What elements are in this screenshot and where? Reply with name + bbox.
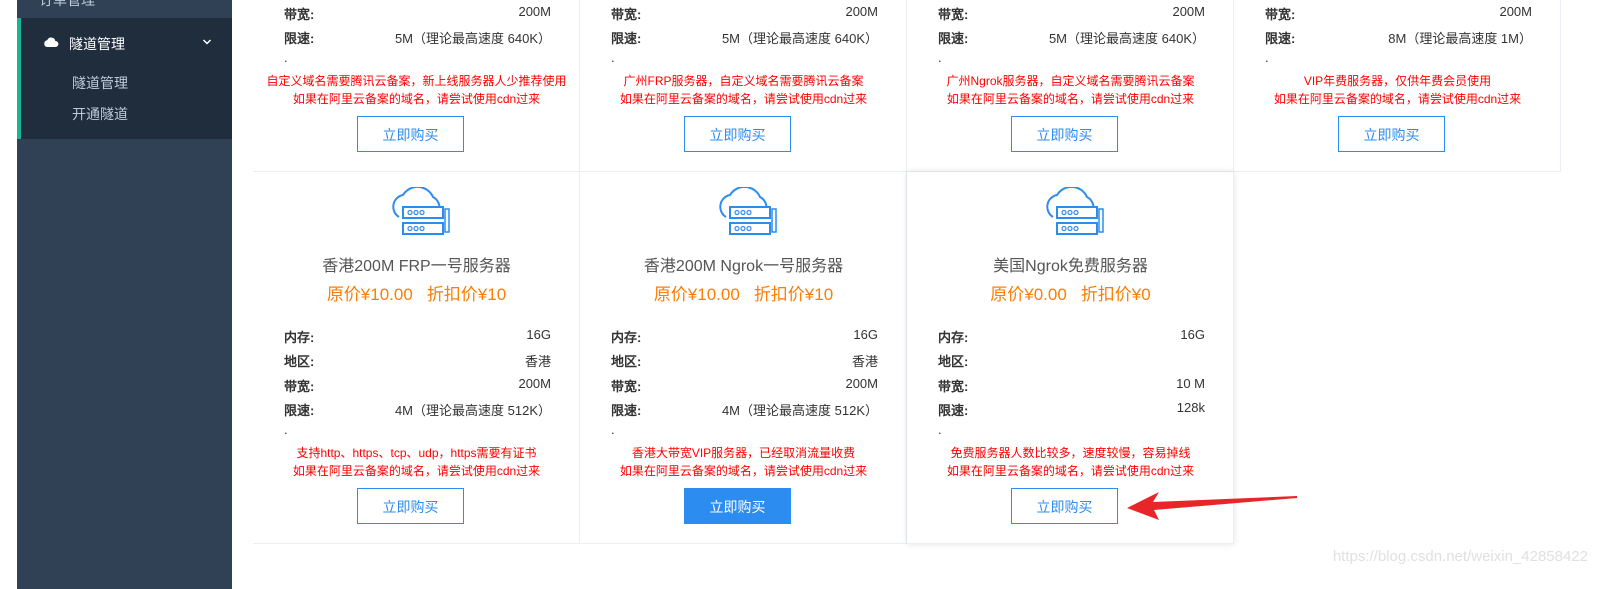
server-card: 香港200M FRP一号服务器 原价¥10.00 折扣价¥10 内存: 16G 地区… [253,172,580,544]
spec-speed-limit: 限速: 8M（理论最高速度 1M） [1265,31,1532,46]
server-card: 美国Ngrok免费服务器 原价¥0.00 折扣价¥0 内存: 16G 地区: 带宽:… [907,172,1234,544]
spec-region: 地区: 香港 [284,354,551,369]
spec-bandwidth: 带宽: 200M [284,4,551,22]
server-card: 香港200M Ngrok一号服务器 原价¥10.00 折扣价¥10 内存: 16G … [580,172,907,544]
spec-region: 地区: 香港 [611,354,878,369]
spec-bandwidth: 带宽: 200M [284,376,551,394]
server-name: 香港200M Ngrok一号服务器 [643,258,844,275]
card-note: 如果在阿里云备案的域名，请尝试使用cdn过来 [1273,92,1522,106]
spec-region: 地区: [938,354,969,369]
card-note: 如果在阿里云备案的域名，请尝试使用cdn过来 [946,92,1195,106]
separator-dot: . [284,50,288,65]
server-card: 带宽: 200M 限速: 5M（理论最高速度 640K） . 广州FRP服务器，自定… [580,0,907,172]
buy-now-button[interactable]: 立即购买 [1011,488,1118,524]
cloud-server-icon [392,187,450,235]
discount-price: 折扣价¥10 [753,285,834,304]
server-card: 带宽: 200M 限速: 5M（理论最高速度 640K） . 自定义域名需要腾讯云备… [253,0,580,172]
spec-speed-limit: 限速: 5M（理论最高速度 640K） [611,31,878,46]
card-note: 如果在阿里云备案的域名，请尝试使用cdn过来 [946,464,1195,478]
card-note: 广州FRP服务器，自定义域名需要腾讯云备案 [623,74,864,88]
spec-bandwidth: 带宽: 200M [938,4,1205,22]
server-name: 美国Ngrok免费服务器 [993,258,1148,275]
chevron-down-icon [202,39,212,45]
card-note: 支持http、https、tcp、udp，https需要有证书 [296,446,537,460]
spec-bandwidth: 带宽: 10 M [938,376,1205,394]
server-card: 带宽: 200M 限速: 5M（理论最高速度 640K） . 广州Ngrok服务器，… [907,0,1234,172]
sidebar-item-label: 订单管理 [39,0,95,8]
original-price: 原价¥10.00 [653,285,740,304]
discount-price: 折扣价¥0 [1080,285,1151,304]
spec-memory: 内存: 16G [611,327,878,345]
price-line: 原价¥0.00 折扣价¥0 [907,280,1234,305]
original-price: 原价¥0.00 [990,285,1067,304]
buy-now-button[interactable]: 立即购买 [684,116,791,152]
spec-speed-limit: 限速: 5M（理论最高速度 640K） [284,31,551,46]
buy-now-button[interactable]: 立即购买 [684,488,791,524]
server-name: 香港200M FRP一号服务器 [322,258,511,275]
separator-dot: . [938,50,942,65]
sidebar-item-tunnel-manage[interactable]: 隧道管理 [72,73,128,93]
separator-dot: . [611,422,615,437]
cloud-icon [44,37,59,47]
spec-speed-limit: 限速: 4M（理论最高速度 512K） [611,403,878,418]
card-note: 广州Ngrok服务器，自定义域名需要腾讯云备案 [946,74,1195,88]
price-line: 原价¥10.00 折扣价¥10 [580,280,907,305]
separator-dot: . [284,422,288,437]
watermark: https://blog.csdn.net/weixin_42858422 [1332,548,1588,565]
sidebar-group-title: 隧道管理 [69,36,125,52]
cloud-server-icon [1046,187,1104,235]
main-content: 带宽: 200M 限速: 5M（理论最高速度 640K） . 自定义域名需要腾讯云备… [232,0,1600,589]
card-note: 香港大带宽VIP服务器，已经取消流量收费 [631,446,856,460]
sidebar-item-orders[interactable]: 订单管理 [17,0,232,18]
spec-memory: 内存: 16G [938,327,1205,345]
separator-dot: . [611,50,615,65]
cloud-server-icon [719,187,777,235]
buy-now-button[interactable]: 立即购买 [357,488,464,524]
spec-speed-limit: 限速: 5M（理论最高速度 640K） [938,31,1205,46]
spec-bandwidth: 带宽: 200M [611,4,878,22]
card-note: VIP年费服务器，仅供年费会员使用 [1303,74,1492,88]
spec-bandwidth: 带宽: 200M [611,376,878,394]
discount-price: 折扣价¥10 [426,285,507,304]
sidebar-item-open-tunnel[interactable]: 开通隧道 [72,104,128,124]
spec-speed-limit: 限速: 128k [938,400,1205,418]
price-line: 原价¥10.00 折扣价¥10 [253,280,580,305]
card-note: 免费服务器人数比较多，速度较慢，容易掉线 [950,446,1191,460]
card-note: 如果在阿里云备案的域名，请尝试使用cdn过来 [619,92,868,106]
buy-now-button[interactable]: 立即购买 [1338,116,1445,152]
card-note: 自定义域名需要腾讯云备案，新上线服务器人少推荐使用 [266,74,567,88]
card-note: 如果在阿里云备案的域名，请尝试使用cdn过来 [619,464,868,478]
buy-now-button[interactable]: 立即购买 [357,116,464,152]
separator-dot: . [938,422,942,437]
spec-memory: 内存: 16G [284,327,551,345]
card-note: 如果在阿里云备案的域名，请尝试使用cdn过来 [292,464,541,478]
buy-now-button[interactable]: 立即购买 [1011,116,1118,152]
sidebar: 订单管理 隧道管理 隧道管理 开通隧道 [17,0,232,589]
left-gap [0,0,17,589]
spec-speed-limit: 限速: 4M（理论最高速度 512K） [284,403,551,418]
red-arrow-annotation [1127,492,1297,520]
original-price: 原价¥10.00 [326,285,413,304]
sidebar-group-tunnel[interactable]: 隧道管理 [17,18,232,68]
separator-dot: . [1265,50,1269,65]
spec-bandwidth: 带宽: 200M [1265,4,1532,22]
server-card: 带宽: 200M 限速: 8M（理论最高速度 1M） . VIP年费服务器，仅供年费… [1234,0,1561,172]
card-note: 如果在阿里云备案的域名，请尝试使用cdn过来 [292,92,541,106]
